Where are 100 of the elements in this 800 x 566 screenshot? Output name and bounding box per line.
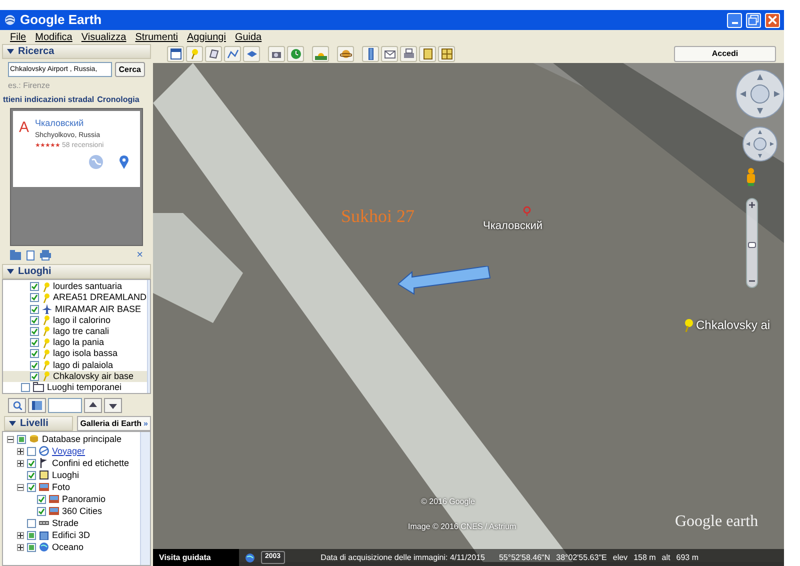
acquisition-date: Data di acquisizione delle immagini: 4/11/2015	[320, 552, 485, 564]
layer-label: Oceano	[52, 542, 84, 552]
clock-icon	[290, 48, 302, 60]
place-item[interactable]: lago di palaiola	[3, 359, 147, 371]
place-item[interactable]: MIRAMAR AIR BASE	[3, 303, 147, 315]
planet-button[interactable]	[337, 46, 354, 62]
search-panel-header[interactable]: Ricerca	[2, 44, 151, 59]
layer-item[interactable]: Confini ed etichette	[3, 457, 140, 469]
minimize-button[interactable]	[727, 12, 742, 28]
place-item[interactable]: lourdes santuaria	[3, 281, 147, 292]
checkbox[interactable]	[27, 530, 36, 540]
layer-item[interactable]: Foto	[3, 481, 140, 493]
checkbox[interactable]	[21, 382, 30, 392]
minimize-icon	[732, 22, 738, 24]
checkbox[interactable]	[30, 293, 39, 302]
move-up-button[interactable]	[84, 398, 102, 412]
app-logo-icon	[4, 14, 16, 26]
layer-item[interactable]: Strade	[3, 517, 140, 529]
overlay-button[interactable]	[243, 46, 260, 62]
close-icon	[766, 13, 779, 27]
search-places-button[interactable]	[8, 398, 26, 412]
place-filter-field[interactable]	[48, 398, 82, 412]
checkbox[interactable]	[30, 316, 39, 325]
layer-item[interactable]: Luoghi	[3, 469, 140, 481]
sidebar-button[interactable]	[167, 46, 184, 62]
scrollbar[interactable]	[146, 280, 150, 393]
gallery-button[interactable]: Galleria di Earth »	[77, 416, 151, 431]
layer-item[interactable]: Edifici 3D	[3, 529, 140, 541]
email-button[interactable]	[381, 46, 398, 62]
checkbox[interactable]	[27, 482, 36, 492]
place-label: lourdes santuaria	[53, 282, 122, 292]
layer-label: Luoghi	[52, 470, 80, 480]
panel-tab[interactable]: ttieni indicazioni stradal	[3, 94, 94, 106]
place-item[interactable]: lago il calorino	[3, 314, 147, 326]
menu-item[interactable]: Modifica	[35, 30, 72, 44]
tour-button[interactable]	[268, 46, 285, 62]
place-item[interactable]: AREA51 DREAMLAND	[3, 292, 147, 304]
ruler-button[interactable]	[362, 46, 379, 62]
maps-button[interactable]	[419, 46, 436, 62]
expand-toggle[interactable]	[17, 484, 24, 490]
checkbox[interactable]	[30, 304, 39, 314]
layer-item[interactable]: Database principale	[3, 433, 140, 445]
path-button[interactable]	[224, 46, 241, 62]
menu-item[interactable]: Strumenti	[135, 30, 178, 44]
layer-item[interactable]: Voyager	[3, 445, 140, 457]
history-button[interactable]	[287, 46, 304, 62]
expand-toggle[interactable]	[17, 532, 24, 538]
checkbox[interactable]	[27, 446, 36, 456]
checkbox[interactable]	[30, 360, 39, 370]
scrollbar[interactable]	[140, 432, 150, 565]
menu-item[interactable]: Aggiungi	[187, 30, 226, 44]
expand-toggle[interactable]	[17, 448, 24, 454]
tour-button[interactable]: Visita guidata	[153, 549, 239, 566]
zoom-slider[interactable]	[746, 198, 758, 288]
menu-item[interactable]: File	[10, 30, 26, 44]
kml-button[interactable]	[438, 46, 455, 62]
sign-in-button[interactable]: Accedi	[674, 46, 776, 62]
close-button[interactable]	[765, 12, 780, 28]
menu-item[interactable]: Guida	[234, 30, 262, 44]
checkbox[interactable]	[30, 282, 39, 292]
pushpin-icon	[188, 48, 200, 60]
close-search-button[interactable]: ×	[136, 250, 143, 260]
search-button[interactable]: Cerca	[114, 62, 145, 77]
checkbox[interactable]	[30, 372, 39, 381]
place-item[interactable]: lago isola bassa	[3, 348, 147, 360]
checkbox[interactable]	[37, 506, 46, 516]
place-label: AREA51 DREAMLAND	[53, 293, 147, 302]
checkbox[interactable]	[37, 494, 46, 504]
checkbox[interactable]	[27, 542, 36, 552]
restore-button[interactable]	[746, 12, 761, 28]
checkbox[interactable]	[30, 349, 39, 358]
panel-title: Luoghi	[18, 265, 52, 279]
checkbox[interactable]	[17, 434, 26, 444]
layer-item[interactable]: Oceano	[3, 541, 140, 553]
layer-item[interactable]: 360 Cities	[3, 505, 140, 517]
place-item[interactable]: lago tre canali	[3, 326, 147, 338]
checkbox[interactable]	[27, 458, 36, 468]
layer-item[interactable]: Panoramio	[3, 493, 140, 505]
panel-toggle-button[interactable]	[28, 398, 46, 412]
checkbox[interactable]	[30, 326, 39, 336]
expand-toggle[interactable]	[7, 436, 14, 442]
place-item[interactable]: Chkalovsky air base	[3, 370, 147, 382]
layers-panel-header[interactable]: Livelli	[4, 416, 74, 431]
checkbox[interactable]	[30, 338, 39, 348]
triangle-icon	[7, 48, 14, 55]
place-item[interactable]: Luoghi temporanei	[3, 382, 147, 394]
polygon-button[interactable]	[205, 46, 222, 62]
menu-item[interactable]: Visualizza	[81, 30, 126, 44]
print-button[interactable]	[400, 46, 417, 62]
expand-toggle[interactable]	[17, 544, 24, 550]
place-item[interactable]: lago la pania	[3, 337, 147, 348]
panel-tab[interactable]: Cronologia	[97, 94, 140, 106]
move-down-button[interactable]	[104, 398, 122, 412]
places-panel-header[interactable]: Luoghi	[2, 264, 151, 279]
checkbox[interactable]	[27, 470, 36, 480]
zoom-thumb[interactable]	[748, 242, 756, 248]
expand-toggle[interactable]	[17, 460, 24, 466]
checkbox[interactable]	[27, 518, 36, 528]
result-title[interactable]: Чкаловский	[35, 117, 136, 130]
sun-button[interactable]	[312, 46, 329, 62]
